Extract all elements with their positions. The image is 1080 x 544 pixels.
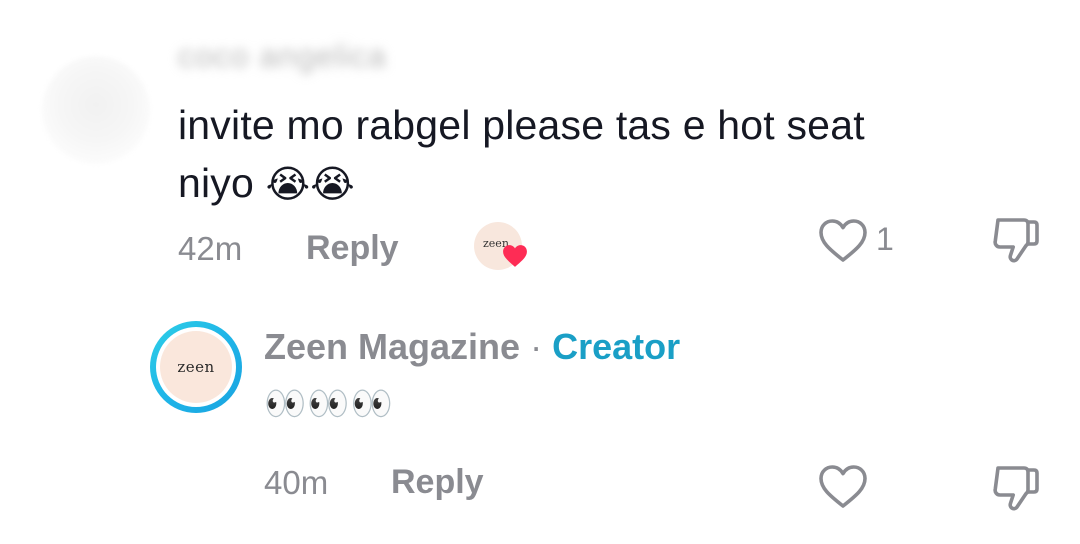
reply-author-name[interactable]: Zeen Magazine bbox=[264, 326, 520, 367]
comment-text: invite mo rabgel please tas e hot seat n… bbox=[178, 96, 998, 213]
thumbs-down-icon[interactable] bbox=[990, 214, 1042, 266]
like-heart-icon[interactable] bbox=[818, 218, 868, 264]
comment-text-line1: invite mo rabgel please tas e hot seat bbox=[178, 102, 865, 148]
commenter-username[interactable]: coco angelica bbox=[178, 38, 387, 75]
crying-emoji: 😭😭 bbox=[265, 162, 355, 206]
creator-badge: Creator bbox=[552, 326, 681, 367]
reply-avatar[interactable]: zeen bbox=[150, 321, 242, 413]
reply-time: 40m bbox=[264, 464, 329, 501]
reply-author-row: Zeen Magazine · Creator bbox=[264, 326, 680, 368]
creator-liked-badge: zeen bbox=[474, 222, 527, 270]
reply-reply-button[interactable]: Reply bbox=[391, 463, 484, 502]
like-count: 1 bbox=[876, 221, 894, 257]
comment-text-line2: niyo bbox=[178, 160, 255, 206]
commenter-avatar[interactable] bbox=[42, 56, 150, 164]
zeen-logo-text: zeen bbox=[177, 358, 215, 376]
reply-like-heart-icon[interactable] bbox=[818, 464, 868, 510]
reply-text: 👀👀👀 bbox=[264, 385, 395, 423]
name-separator: · bbox=[530, 326, 543, 367]
zeen-logo: zeen bbox=[160, 331, 232, 403]
comment-time: 42m bbox=[178, 230, 243, 267]
reply-thumbs-down-icon[interactable] bbox=[990, 462, 1042, 514]
comment-reply-button[interactable]: Reply bbox=[306, 229, 399, 268]
heart-badge-icon bbox=[503, 245, 527, 267]
